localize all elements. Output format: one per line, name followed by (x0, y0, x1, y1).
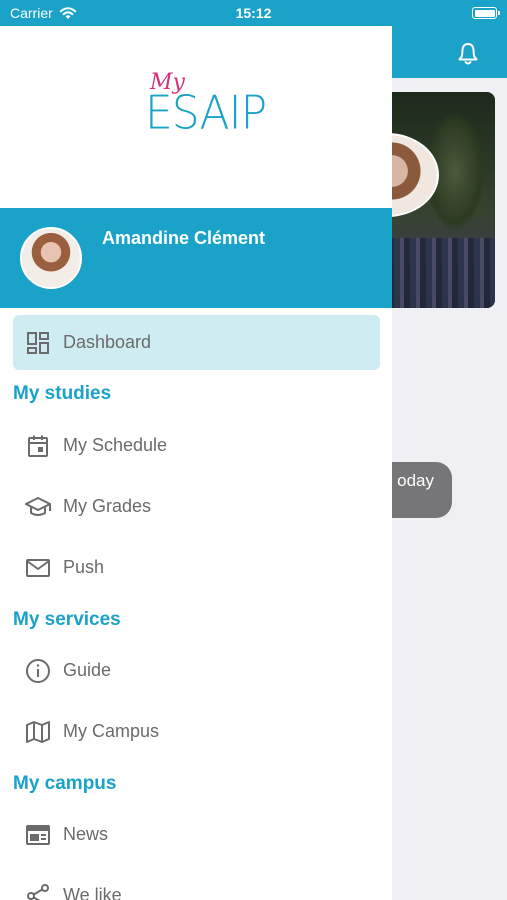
menu-label-grades: My Grades (63, 496, 152, 516)
menu-label-schedule: My Schedule (63, 435, 168, 455)
menu-label-we-like: We like (63, 885, 122, 900)
section-title-services: My services (13, 609, 121, 630)
menu-label-campus-map: My Campus (63, 721, 160, 741)
menu-item-we-like[interactable]: We like (13, 868, 380, 900)
status-time: 15:12 (235, 5, 272, 21)
menu-label-guide: Guide (63, 660, 112, 680)
calendar-icon (25, 433, 51, 459)
menu-label-push: Push (63, 557, 105, 577)
menu-label-news: News (63, 824, 109, 844)
logo-area: My ESAIP (0, 26, 392, 208)
section-title-studies: My studies (13, 383, 112, 404)
mail-icon (25, 555, 51, 581)
logo-esaip-text: ESAIP (145, 86, 267, 141)
avatar (20, 227, 82, 289)
menu-item-push[interactable]: Push (13, 540, 380, 595)
menu-item-news[interactable]: News (13, 807, 380, 862)
menu-item-schedule[interactable]: My Schedule (13, 418, 380, 473)
graduation-cap-icon (25, 494, 51, 520)
status-bar: Carrier 15:12 (0, 0, 507, 26)
dashboard-icon (25, 330, 51, 356)
profile-name: Amandine Clément (102, 228, 266, 248)
map-icon (25, 719, 51, 745)
bell-icon[interactable] (457, 42, 479, 66)
info-icon (25, 658, 51, 684)
profile-header[interactable]: Amandine Clément (0, 208, 392, 308)
menu-item-grades[interactable]: My Grades (13, 479, 380, 534)
menu-label-dashboard: Dashboard (63, 332, 152, 352)
menu-item-dashboard[interactable]: Dashboard (13, 315, 380, 370)
today-button-label: oday (397, 471, 434, 490)
share-icon (25, 883, 51, 900)
side-drawer: My ESAIP Amandine Clément Dashboard My s… (0, 26, 392, 900)
battery-icon (472, 7, 500, 19)
menu-item-campus-map[interactable]: My Campus (13, 704, 380, 759)
news-icon (25, 822, 51, 848)
section-title-campus: My campus (13, 773, 117, 794)
menu-item-guide[interactable]: Guide (13, 643, 380, 698)
